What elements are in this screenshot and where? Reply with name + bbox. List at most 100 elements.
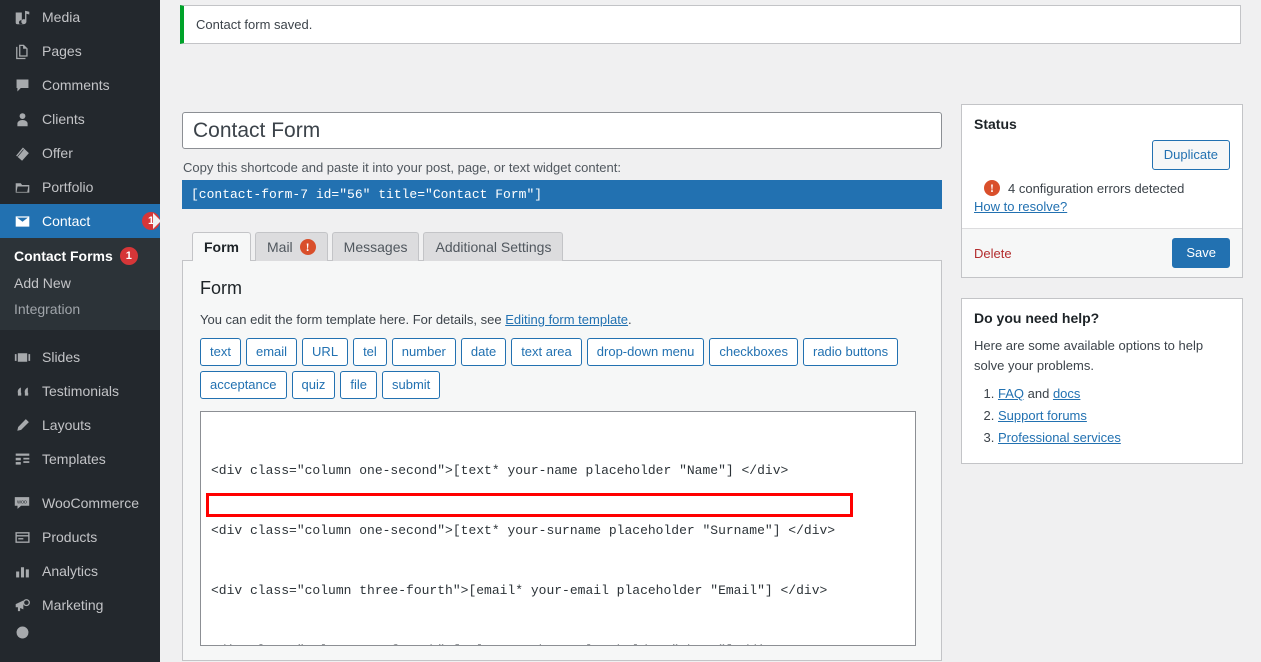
tag-button-text[interactable]: text	[200, 338, 241, 366]
sidebar-item-layouts[interactable]: Layouts	[0, 408, 160, 442]
shortcode-label: Copy this shortcode and paste it into yo…	[183, 160, 621, 175]
pages-icon	[11, 41, 33, 61]
tag-button-checkboxes[interactable]: checkboxes	[709, 338, 798, 366]
admin-sidebar: Posts Media Pages Comments Clients	[0, 0, 160, 662]
form-template-textarea[interactable]: <div class="column one-second">[text* yo…	[200, 411, 916, 646]
help-conjunction: and	[1024, 386, 1053, 401]
save-button[interactable]: Save	[1172, 238, 1230, 268]
mail-error-icon: !	[299, 239, 316, 255]
sidebar-item-label: Pages	[42, 43, 82, 59]
sidebar-contact-badge: 1	[142, 212, 160, 230]
tag-button-text-area[interactable]: text area	[511, 338, 582, 366]
wordpress-admin-screen: Posts Media Pages Comments Clients	[0, 0, 1261, 662]
products-icon	[11, 527, 33, 547]
tab-additional-settings[interactable]: Additional Settings	[423, 232, 564, 261]
portfolio-icon	[11, 177, 33, 197]
sidebar-item-label: Products	[42, 529, 98, 545]
faq-link[interactable]: FAQ	[998, 386, 1024, 401]
sidebar-item-slides[interactable]: Slides	[0, 340, 160, 374]
tab-mail[interactable]: Mail !	[255, 232, 328, 261]
support-forums-link[interactable]: Support forums	[998, 408, 1087, 423]
help-heading: Do you need help?	[974, 310, 1100, 326]
tag-button-url[interactable]: URL	[302, 338, 349, 366]
success-notice: Contact form saved.	[180, 5, 1241, 44]
sidebar-item-analytics[interactable]: Analytics	[0, 554, 160, 588]
sidebar-item-label: Marketing	[42, 597, 104, 613]
tab-form[interactable]: Form	[192, 232, 251, 261]
tag-button-quiz[interactable]: quiz	[291, 371, 336, 399]
how-to-resolve-link[interactable]: How to resolve?	[974, 199, 1230, 214]
tag-button-file[interactable]: file	[340, 371, 377, 399]
sidebar-metaboxes: Status Duplicate ! 4 configuration error…	[961, 104, 1243, 484]
duplicate-button[interactable]: Duplicate	[1151, 140, 1230, 170]
sidebar-item-label: Offer	[42, 145, 73, 161]
sidebar-item-woocommerce[interactable]: woo WooCommerce	[0, 486, 160, 520]
sidebar-item-clients[interactable]: Clients	[0, 102, 160, 136]
sidebar-item-comments[interactable]: Comments	[0, 68, 160, 102]
sidebar-item-label: WooCommerce	[42, 495, 139, 511]
shortcode-input[interactable]	[182, 180, 942, 209]
panel-heading: Form	[200, 278, 242, 298]
tag-button-number[interactable]: number	[391, 338, 456, 366]
tag-button-acceptance[interactable]: acceptance	[200, 371, 287, 399]
post-body-content: Copy this shortcode and paste it into yo…	[182, 112, 942, 661]
contact-form-tabs: Form Mail ! Messages Additional Settings	[182, 231, 942, 261]
submenu-item-add-new[interactable]: Add New	[0, 270, 160, 296]
tab-messages[interactable]: Messages	[331, 232, 420, 261]
delete-link[interactable]: Delete	[974, 246, 1012, 261]
slides-icon	[11, 347, 33, 367]
list-item: FAQ and docs	[998, 383, 1230, 405]
form-panel: Form You can edit the form template here…	[182, 261, 942, 661]
contact-submenu: Contact Forms 1 Add New Integration	[0, 238, 160, 330]
list-item: Support forums	[998, 405, 1230, 427]
sidebar-item-contact[interactable]: Contact 1	[0, 204, 160, 238]
sidebar-item-label: Portfolio	[42, 179, 94, 195]
docs-link[interactable]: docs	[1053, 386, 1080, 401]
sidebar-item-media[interactable]: Media	[0, 0, 160, 34]
sidebar-item-offer[interactable]: Offer	[0, 136, 160, 170]
pencil-icon	[11, 415, 33, 435]
tag-button-email[interactable]: email	[245, 338, 298, 366]
submenu-item-integration[interactable]: Integration	[0, 296, 160, 322]
sidebar-item-label: Clients	[42, 111, 85, 127]
professional-services-link[interactable]: Professional services	[998, 430, 1121, 445]
sidebar-item-testimonials[interactable]: Testimonials	[0, 374, 160, 408]
help-metabox: Do you need help? Here are some availabl…	[961, 298, 1243, 465]
tab-label: Form	[204, 238, 239, 255]
sidebar-item-partial[interactable]	[0, 622, 160, 642]
editing-form-template-link[interactable]: Editing form template	[505, 312, 628, 327]
sidebar-item-label: Layouts	[42, 417, 92, 433]
sidebar-item-portfolio[interactable]: Portfolio	[0, 170, 160, 204]
tag-button-tel[interactable]: tel	[353, 338, 387, 366]
sidebar-item-pages[interactable]: Pages	[0, 34, 160, 68]
sidebar-item-label: Slides	[42, 349, 81, 365]
sidebar-item-label: Templates	[42, 451, 106, 467]
sidebar-item-label: Analytics	[42, 563, 99, 579]
submenu-item-label: Add New	[14, 275, 71, 291]
status-metabox: Status Duplicate ! 4 configuration error…	[961, 104, 1243, 278]
tag-button-submit[interactable]: submit	[381, 371, 441, 399]
media-icon	[11, 7, 33, 27]
form-title-input[interactable]	[182, 112, 942, 149]
main-content: Contact form saved. Copy this shortcode …	[160, 0, 1261, 662]
form-template-editor-wrap: <div class="column one-second">[text* yo…	[200, 411, 924, 646]
user-icon	[11, 109, 33, 129]
quote-icon	[11, 381, 33, 401]
sidebar-item-marketing[interactable]: Marketing	[0, 588, 160, 622]
submenu-item-contact-forms[interactable]: Contact Forms 1	[0, 242, 160, 270]
panel-description: You can edit the form template here. For…	[200, 312, 924, 327]
tag-button-radio-buttons[interactable]: radio buttons	[803, 338, 899, 366]
status-heading: Status	[974, 116, 1017, 132]
status-metabox-footer: Delete Save	[962, 228, 1242, 277]
sidebar-item-templates[interactable]: Templates	[0, 442, 160, 476]
configuration-errors-text: 4 configuration errors detected	[1008, 180, 1185, 196]
code-line: <div class="column one-second">[text* yo…	[211, 463, 789, 478]
tag-button-date[interactable]: date	[460, 338, 507, 366]
sidebar-item-products[interactable]: Products	[0, 520, 160, 554]
sidebar-item-label: Comments	[42, 77, 110, 93]
submenu-item-label: Integration	[14, 301, 81, 317]
grid-icon	[11, 449, 33, 469]
tag-button-drop-down-menu[interactable]: drop-down menu	[586, 338, 705, 366]
woocommerce-icon: woo	[11, 493, 33, 513]
submenu-contact-forms-badge: 1	[119, 247, 138, 265]
